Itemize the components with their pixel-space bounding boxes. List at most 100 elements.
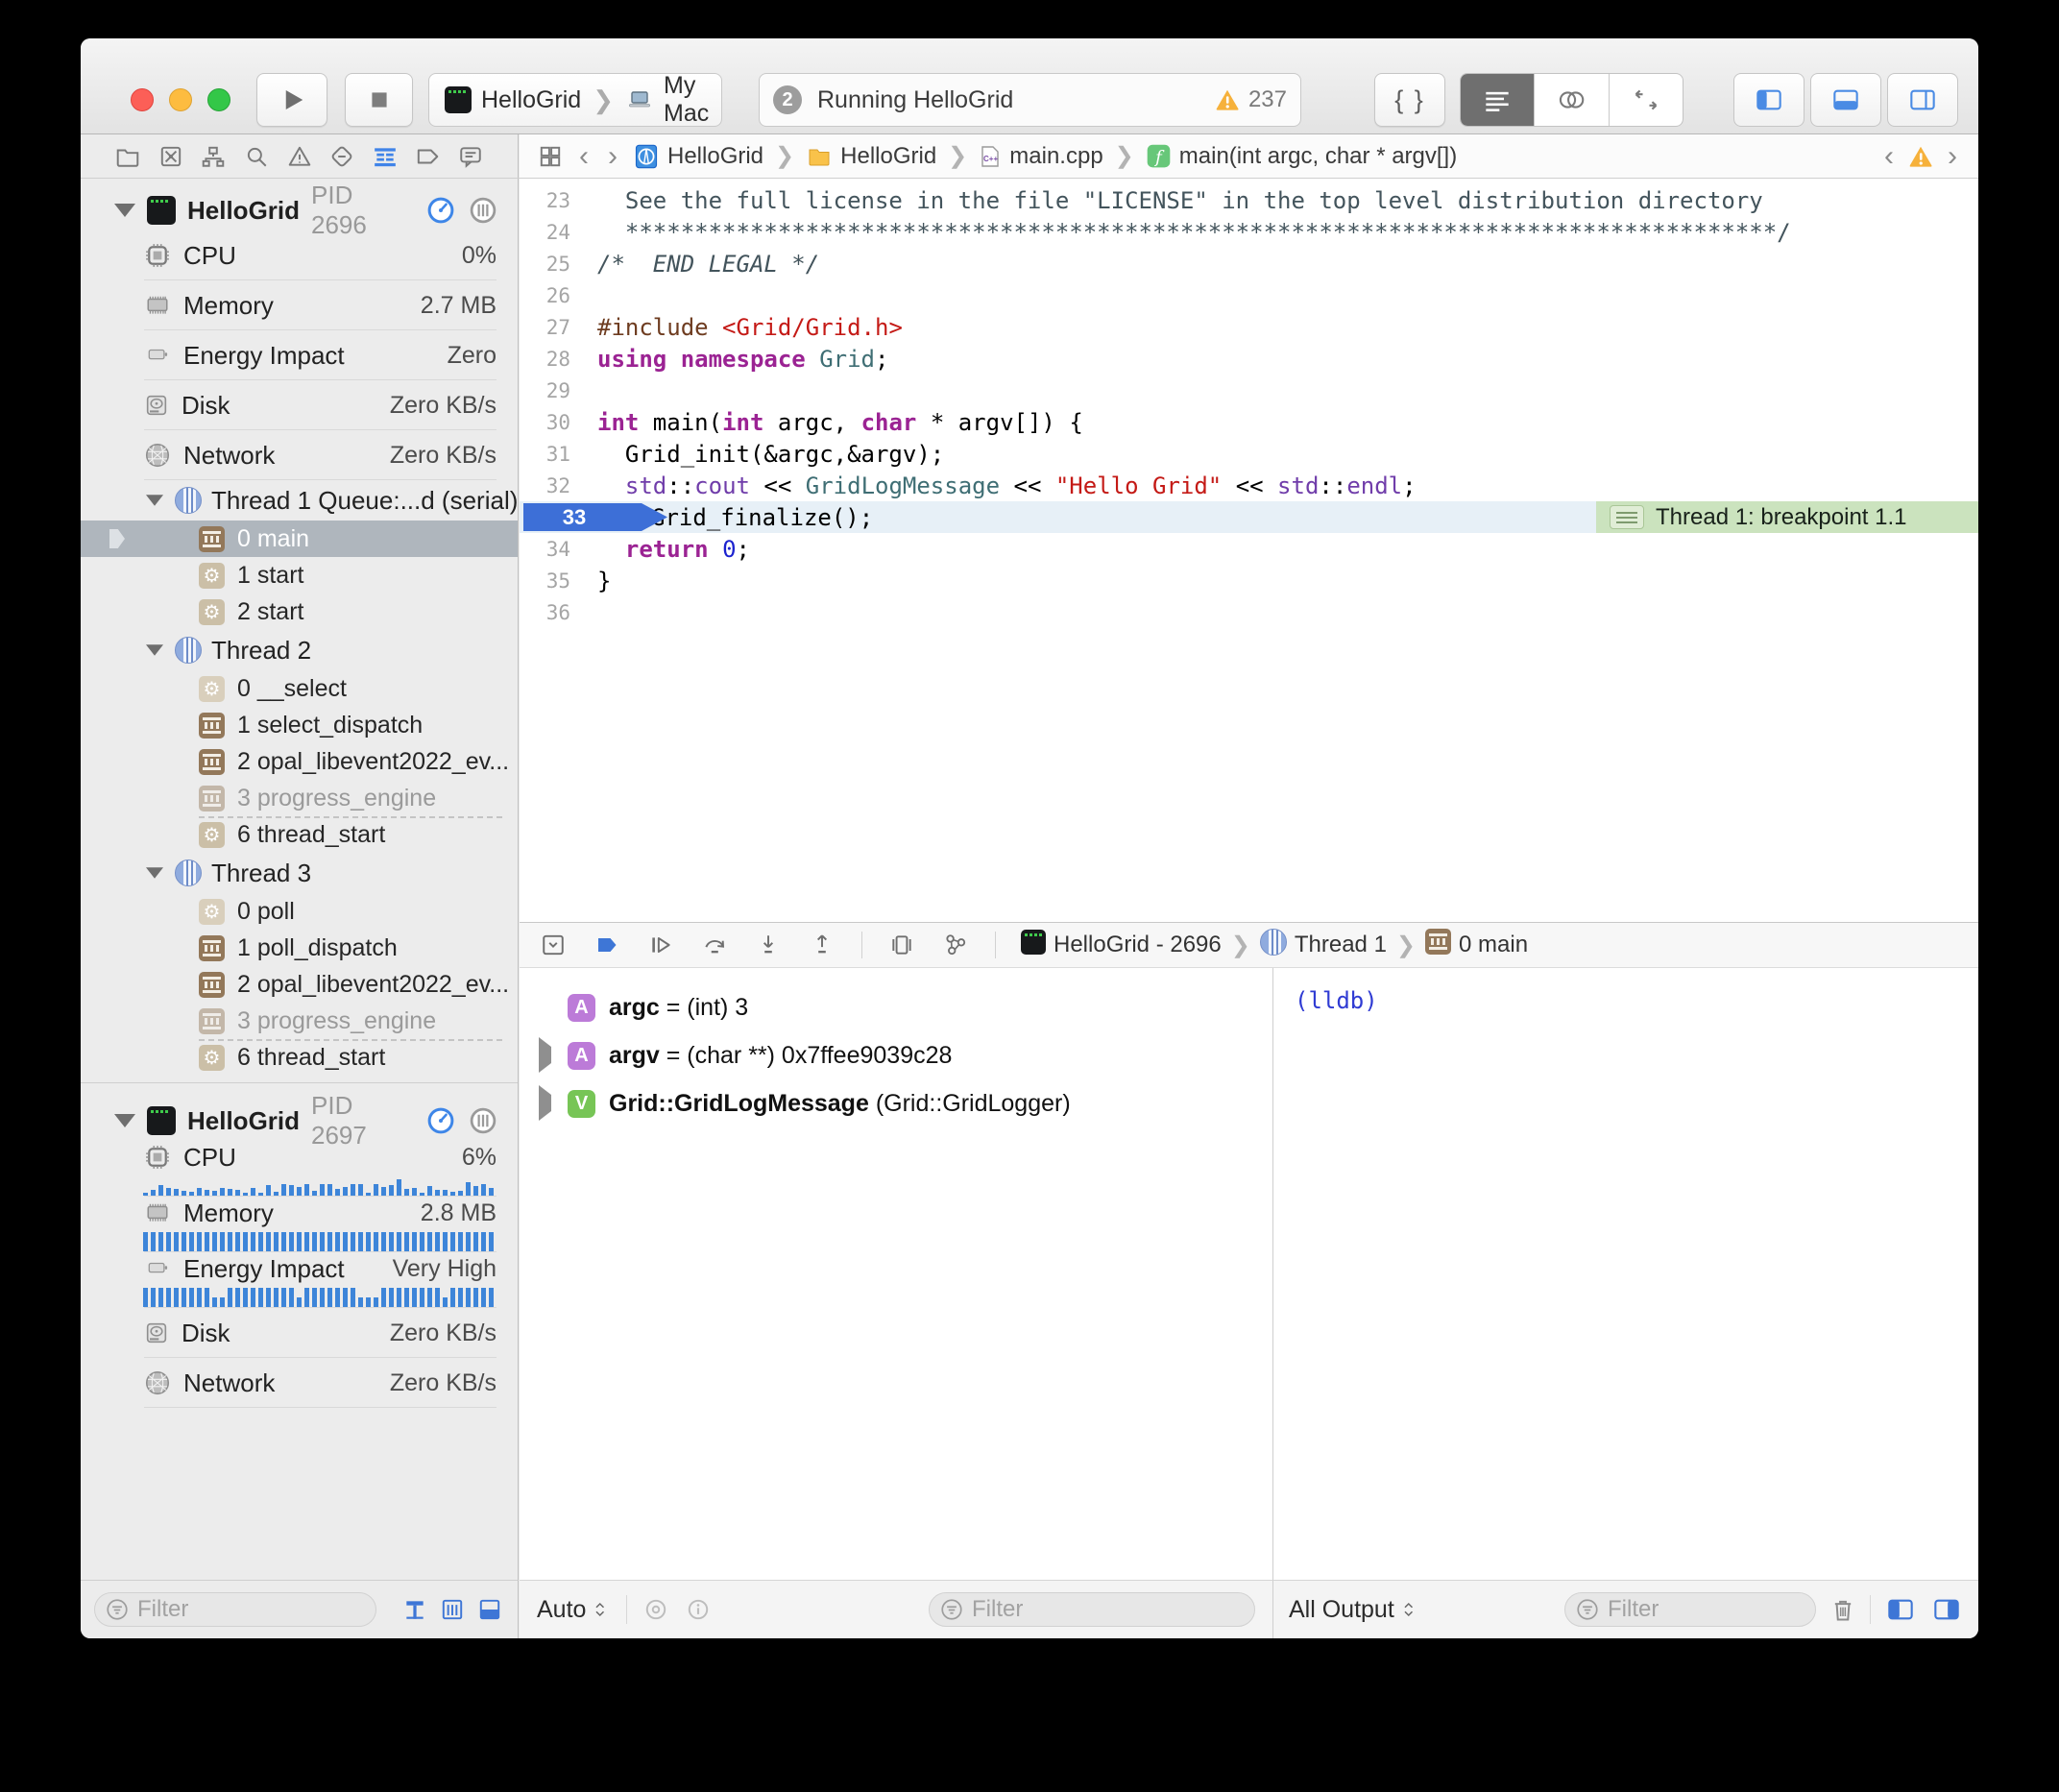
- variable-row[interactable]: VGrid::GridLogMessage (Grid::GridLogger): [520, 1079, 1272, 1127]
- line-number[interactable]: 23: [520, 189, 597, 212]
- stack-frame-row[interactable]: ⚙0 __select: [81, 670, 518, 707]
- debug-breadcrumb-item[interactable]: 0 main: [1425, 929, 1528, 961]
- code-snippets-button[interactable]: { }: [1374, 73, 1445, 127]
- stack-frame-row[interactable]: 3 progress_engine: [81, 780, 518, 816]
- continue-icon[interactable]: [646, 932, 675, 957]
- debug-console[interactable]: (lldb): [1272, 968, 1978, 1580]
- debug-breadcrumb-item[interactable]: Thread 1: [1260, 929, 1387, 962]
- disclosure-triangle-icon[interactable]: [539, 1047, 554, 1064]
- navigator-tab-breakpoints[interactable]: [413, 142, 442, 171]
- variables-filter-input[interactable]: [972, 1596, 1245, 1623]
- memory-graph-icon[interactable]: [941, 932, 970, 957]
- stack-frame-row[interactable]: ⚙6 thread_start: [81, 816, 518, 853]
- stack-frame-row[interactable]: 3 progress_engine: [81, 1003, 518, 1039]
- variables-view[interactable]: Aargc = (int) 3Aargv = (char **) 0x7ffee…: [520, 968, 1272, 1580]
- related-items-icon[interactable]: [537, 144, 564, 169]
- warning-icon[interactable]: [1214, 87, 1241, 112]
- debug-breadcrumb-item[interactable]: HelloGrid - 2696: [1021, 930, 1222, 961]
- clear-console-icon[interactable]: [1829, 1596, 1856, 1623]
- previous-issue-button[interactable]: ‹: [1880, 142, 1898, 171]
- disclosure-triangle-icon[interactable]: [146, 867, 163, 878]
- line-number[interactable]: 36: [520, 601, 597, 624]
- stack-frame-row[interactable]: ⚙2 start: [81, 593, 518, 630]
- assistant-editor-button[interactable]: [1535, 74, 1609, 126]
- standard-editor-button[interactable]: [1461, 74, 1535, 126]
- variables-scope-popup[interactable]: Auto: [537, 1596, 611, 1624]
- next-issue-button[interactable]: ›: [1944, 142, 1961, 171]
- thread-row[interactable]: Thread 3: [81, 853, 518, 893]
- stack-frame-row[interactable]: 0 main: [81, 521, 518, 557]
- stack-frame-row[interactable]: 1 poll_dispatch: [81, 930, 518, 966]
- threads-gauge-icon[interactable]: [468, 196, 498, 225]
- stack-frame-row[interactable]: ⚙6 thread_start: [81, 1039, 518, 1076]
- line-number[interactable]: 30: [520, 411, 597, 434]
- stack-frame-row[interactable]: 2 opal_libevent2022_ev...: [81, 966, 518, 1003]
- line-number[interactable]: 35: [520, 569, 597, 593]
- navigator-tab-reports[interactable]: [456, 142, 485, 171]
- disclosure-triangle-icon[interactable]: [114, 1114, 135, 1127]
- gauge-row-memory[interactable]: Memory2.7 MB: [81, 280, 518, 330]
- hide-debug-area-icon[interactable]: [539, 932, 568, 957]
- process-row[interactable]: HelloGridPID 2697: [81, 1101, 518, 1141]
- gauge-row-disk[interactable]: DiskZero KB/s: [81, 380, 518, 430]
- gauge-row-disk[interactable]: DiskZero KB/s: [81, 1308, 518, 1358]
- close-window-button[interactable]: [131, 88, 154, 111]
- version-editor-button[interactable]: [1610, 74, 1683, 126]
- scheme-selector[interactable]: HelloGrid ❯ My Mac: [428, 73, 722, 127]
- stack-frame-row[interactable]: 2 opal_libevent2022_ev...: [81, 743, 518, 780]
- toggle-variables-view-icon[interactable]: [1884, 1596, 1917, 1623]
- line-number[interactable]: 29: [520, 379, 597, 402]
- breakpoint-annotation[interactable]: Thread 1: breakpoint 1.1: [1596, 501, 1978, 533]
- toggle-debug-area-button[interactable]: [1810, 73, 1881, 127]
- navigator-tab-issues[interactable]: [285, 142, 314, 171]
- jump-bar-item[interactable]: C++main.cpp: [979, 143, 1102, 170]
- line-number[interactable]: 27: [520, 316, 597, 339]
- navigator-tab-tests[interactable]: [327, 142, 356, 171]
- gauge-row-memory[interactable]: Memory2.8 MB: [81, 1197, 518, 1252]
- view-mode-icon[interactable]: [475, 1597, 504, 1622]
- activity-viewer[interactable]: 2 Running HelloGrid 237: [759, 73, 1301, 127]
- line-number[interactable]: 31: [520, 443, 597, 466]
- line-number[interactable]: 34: [520, 538, 597, 561]
- navigator-tab-debug[interactable]: [371, 142, 400, 171]
- line-number[interactable]: 26: [520, 284, 597, 307]
- process-row[interactable]: HelloGridPID 2696: [81, 190, 518, 230]
- go-forward-button[interactable]: ›: [604, 142, 621, 171]
- stack-frame-row[interactable]: 1 select_dispatch: [81, 707, 518, 743]
- minimize-window-button[interactable]: [169, 88, 192, 111]
- breakpoints-toggle-icon[interactable]: [593, 933, 621, 957]
- filter-frames-icon[interactable]: [400, 1597, 429, 1622]
- jump-bar-item[interactable]: HelloGrid: [633, 142, 763, 171]
- jump-bar-item[interactable]: fmain(int argc, char * argv[]): [1146, 143, 1457, 170]
- navigator-filter-field[interactable]: [94, 1592, 376, 1627]
- thread-row[interactable]: Thread 1 Queue:...d (serial): [81, 480, 518, 521]
- line-number[interactable]: 28: [520, 348, 597, 371]
- console-filter-field[interactable]: [1564, 1592, 1816, 1627]
- step-out-icon[interactable]: [808, 932, 836, 957]
- toggle-console-icon[interactable]: [1930, 1596, 1963, 1623]
- variables-filter-field[interactable]: [929, 1592, 1255, 1627]
- view-hierarchy-icon[interactable]: [887, 932, 916, 957]
- variable-row[interactable]: Aargv = (char **) 0x7ffee9039c28: [520, 1031, 1272, 1079]
- variable-row[interactable]: Aargc = (int) 3: [520, 983, 1272, 1031]
- disclosure-triangle-icon[interactable]: [114, 204, 135, 217]
- stack-frame-row[interactable]: ⚙1 start: [81, 557, 518, 593]
- stack-frame-row[interactable]: ⚙0 poll: [81, 893, 518, 930]
- navigator-filter-input[interactable]: [137, 1596, 366, 1623]
- breakpoint-badge[interactable]: 33: [523, 503, 667, 531]
- quicklook-eye-icon[interactable]: [642, 1597, 669, 1622]
- source-editor[interactable]: 23 See the full license in the file "LIC…: [520, 179, 1978, 922]
- zoom-window-button[interactable]: [207, 88, 230, 111]
- gauge-row-network[interactable]: NetworkZero KB/s: [81, 1358, 518, 1408]
- toggle-navigator-button[interactable]: [1733, 73, 1805, 127]
- navigator-tab-source-control[interactable]: [157, 142, 185, 171]
- disclosure-triangle-icon[interactable]: [539, 1095, 554, 1112]
- threads-gauge-icon[interactable]: [468, 1106, 498, 1135]
- jump-bar-item[interactable]: HelloGrid: [806, 143, 936, 170]
- line-number[interactable]: 25: [520, 253, 597, 276]
- toggle-inspectors-button[interactable]: [1887, 73, 1958, 127]
- go-back-button[interactable]: ‹: [575, 142, 593, 171]
- gauge-row-energy-impact[interactable]: Energy ImpactVery High: [81, 1252, 518, 1308]
- disclosure-triangle-icon[interactable]: [146, 495, 163, 505]
- step-into-icon[interactable]: [754, 932, 783, 957]
